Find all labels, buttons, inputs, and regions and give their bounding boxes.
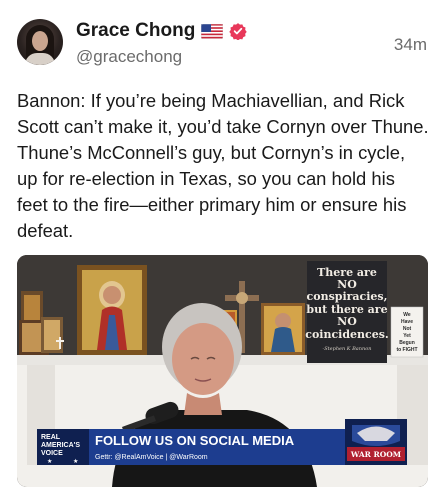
- post-video-thumbnail[interactable]: There are NO conspiracies, but there are…: [17, 255, 428, 487]
- card-line-2: Have: [401, 319, 413, 325]
- avatar[interactable]: [17, 19, 63, 65]
- banner-headline: FOLLOW US ON SOCIAL MEDIA: [95, 433, 295, 448]
- sign-line-6: coincidences.: [305, 328, 389, 341]
- banner-logo-line-3: VOICE: [41, 450, 63, 457]
- banner-logo-line-1: REAL: [41, 434, 61, 441]
- star-icon: ★: [47, 458, 52, 465]
- banner-logo-line-2: AMERICA'S: [41, 442, 80, 449]
- war-room-logo: WAR ROOM: [350, 450, 401, 459]
- card-line-5: Begun: [399, 340, 415, 346]
- card-line-6: to FIGHT: [396, 347, 417, 353]
- card-line-3: Not: [403, 326, 412, 332]
- card-line-4: Yet: [403, 333, 411, 339]
- sign-line-5: NO: [337, 315, 357, 328]
- post-body-text: Bannon: If you’re being Machiavellian, a…: [17, 90, 429, 241]
- author-name[interactable]: Grace Chong: [76, 20, 195, 42]
- star-icon: ★: [73, 458, 78, 465]
- author-row: Grace Chong: [76, 20, 248, 42]
- sign-attribution: -Stephen K Bannon: [323, 346, 372, 352]
- verified-badge-icon: [229, 23, 248, 40]
- sign-line-3: conspiracies,: [307, 290, 388, 303]
- card-line-1: We: [403, 312, 411, 318]
- post-timestamp: 34m: [393, 35, 427, 54]
- banner-subline: Gettr: @RealAmVoice | @WarRoom: [95, 454, 208, 461]
- post-card[interactable]: Grace Chong @gracechong 34m Bannon: If y…: [0, 0, 445, 500]
- us-flag-icon: [201, 23, 224, 39]
- author-handle[interactable]: @gracechong: [76, 47, 182, 67]
- video-frame: There are NO conspiracies, but there are…: [17, 255, 428, 487]
